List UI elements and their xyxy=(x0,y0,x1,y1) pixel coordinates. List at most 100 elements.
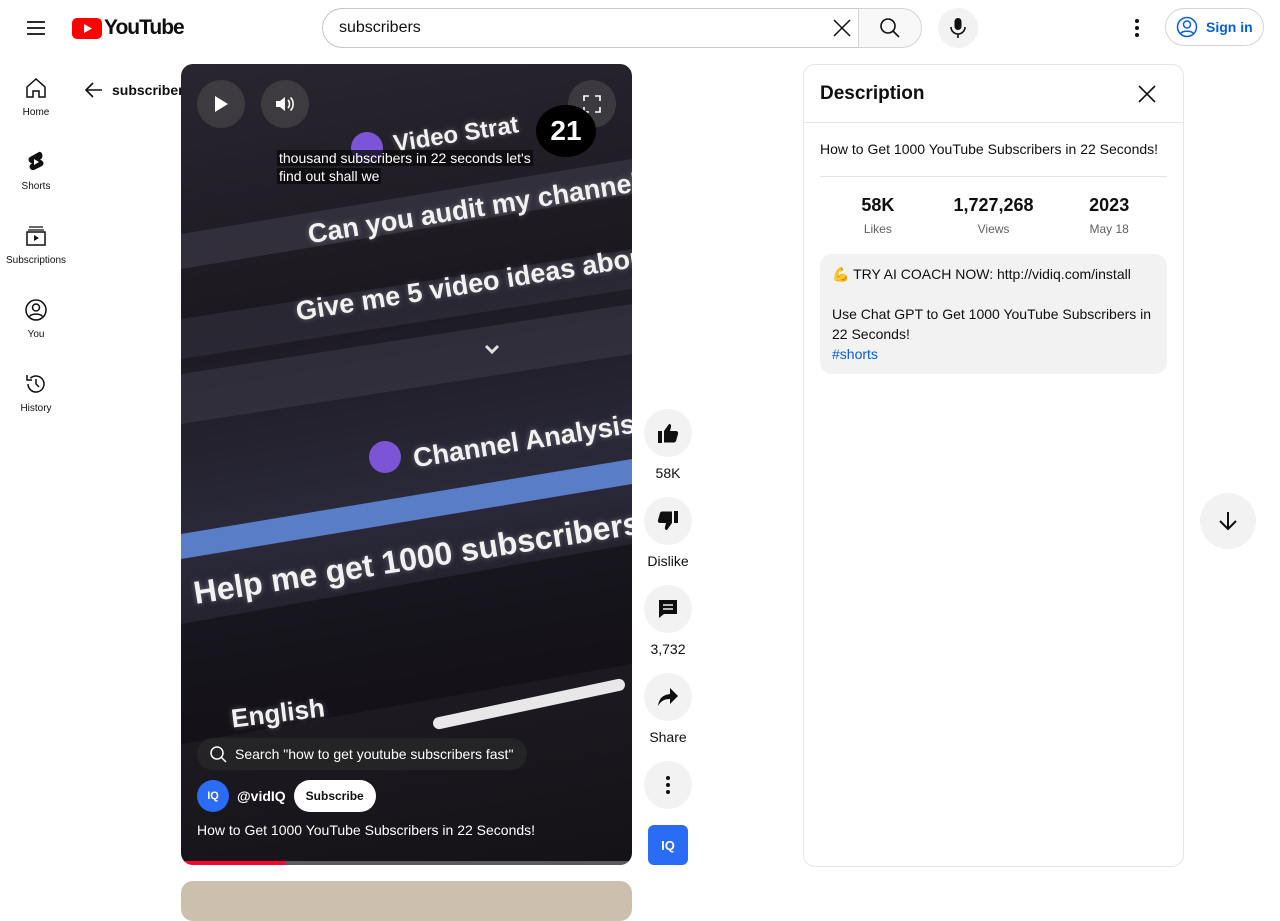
channel-avatar[interactable]: IQ xyxy=(197,780,229,812)
stat-likes: 58K Likes xyxy=(820,195,936,236)
play-icon xyxy=(215,96,228,112)
comment-icon xyxy=(659,600,677,618)
stat-label: Likes xyxy=(863,222,892,236)
search-input[interactable] xyxy=(339,19,809,37)
like-count: 58K xyxy=(655,465,681,481)
share-label: Share xyxy=(649,729,687,745)
stat-value: 2023 xyxy=(1089,195,1130,215)
share-action: Share xyxy=(644,673,692,745)
description-body: 💪 TRY AI COACH NOW: http://vidiq.com/ins… xyxy=(820,254,1167,374)
comments-button[interactable] xyxy=(644,585,692,633)
search-icon xyxy=(880,18,900,38)
close-description-button[interactable] xyxy=(1127,74,1167,114)
description-header: Description xyxy=(804,65,1183,123)
thumbs-down-icon xyxy=(657,511,678,530)
account-circle-icon xyxy=(1176,16,1198,38)
dislike-button[interactable] xyxy=(644,497,692,545)
nav-item-subscriptions[interactable]: Subscriptions xyxy=(0,204,72,278)
arrow-down-icon xyxy=(1219,512,1237,531)
stat-value: 1,727,268 xyxy=(953,195,1034,215)
like-action: 58K xyxy=(644,409,692,481)
nav-item-label: History xyxy=(20,403,52,414)
dislike-action: Dislike xyxy=(644,497,692,569)
stat-label: Views xyxy=(977,222,1010,236)
stat-label: May 18 xyxy=(1089,222,1129,236)
settings-more-button[interactable] xyxy=(1117,8,1157,48)
nav-item-history[interactable]: History xyxy=(0,352,72,426)
channel-row: IQ @vidIQ Subscribe xyxy=(197,780,376,812)
sign-in-label: Sign in xyxy=(1206,19,1253,35)
guide-menu-button[interactable] xyxy=(16,8,56,48)
description-video-title: How to Get 1000 YouTube Subscribers in 2… xyxy=(820,139,1167,177)
you-icon xyxy=(25,299,47,321)
more-actions-button[interactable] xyxy=(644,761,692,809)
next-video-preview[interactable] xyxy=(181,881,632,921)
more-action xyxy=(644,761,692,809)
share-icon xyxy=(658,688,678,706)
shorts-icon xyxy=(28,151,44,171)
stat-value: 58K xyxy=(861,195,895,215)
nav-item-label: Home xyxy=(22,107,50,118)
closed-caption: thousand subscribers in 22 seconds let's… xyxy=(277,149,567,185)
subscriptions-icon xyxy=(26,226,46,246)
voice-search-button[interactable] xyxy=(938,8,978,48)
nav-item-shorts[interactable]: Shorts xyxy=(0,130,72,204)
youtube-logo[interactable]: YouTube xyxy=(72,16,185,39)
nav-item-label: Subscriptions xyxy=(5,255,67,266)
close-icon xyxy=(1138,85,1156,103)
comments-action: 3,732 xyxy=(644,585,692,657)
more-vertical-icon xyxy=(1135,19,1139,37)
like-button[interactable] xyxy=(644,409,692,457)
channel-handle[interactable]: @vidIQ xyxy=(237,788,286,804)
volume-icon xyxy=(276,96,294,112)
volume-button[interactable] xyxy=(261,80,309,128)
search-box xyxy=(322,8,859,48)
sign-in-button[interactable]: Sign in xyxy=(1165,8,1264,46)
logo-text: YouTube xyxy=(104,16,185,39)
stat-views: 1,727,268 Views xyxy=(936,195,1052,236)
description-body-line-1: 💪 TRY AI COACH NOW: http://vidiq.com/ins… xyxy=(832,266,1131,282)
share-button[interactable] xyxy=(644,673,692,721)
more-vertical-icon xyxy=(666,776,670,794)
nav-item-home[interactable]: Home xyxy=(0,56,72,130)
search-query-title: subscribers xyxy=(112,82,192,98)
stat-date: 2023 May 18 xyxy=(1051,195,1167,236)
description-heading: Description xyxy=(820,82,925,104)
related-search-text: Search "how to get youtube subscribers f… xyxy=(235,746,514,762)
play-button[interactable] xyxy=(197,80,245,128)
masthead: YouTube Sign in xyxy=(0,0,1280,56)
subscribe-button[interactable]: Subscribe xyxy=(293,780,376,812)
youtube-play-icon xyxy=(72,17,102,39)
fullscreen-icon xyxy=(583,95,601,113)
caption-line-1: thousand subscribers in 22 seconds let's xyxy=(277,150,533,166)
history-icon xyxy=(26,375,45,393)
next-short-button[interactable] xyxy=(1200,493,1256,549)
comment-count: 3,732 xyxy=(650,641,686,657)
thumbs-up-icon xyxy=(658,424,679,443)
reel-actions: 58K Dislike 3,732 Share xyxy=(644,409,692,825)
nav-item-label: You xyxy=(27,329,45,340)
hashtag-link[interactable]: #shorts xyxy=(832,344,1155,364)
shorts-video-player[interactable]: Video Strat Can you audit my channel? Gi… xyxy=(181,64,632,865)
home-icon xyxy=(26,77,46,98)
description-stats: 58K Likes 1,727,268 Views 2023 May 18 xyxy=(820,195,1167,236)
back-arrow-icon[interactable] xyxy=(84,80,104,100)
hamburger-icon xyxy=(27,21,45,35)
related-search-pill[interactable]: Search "how to get youtube subscribers f… xyxy=(197,738,528,770)
search-icon xyxy=(210,746,227,763)
search-button[interactable] xyxy=(858,8,922,48)
description-body-line-2: Use Chat GPT to Get 1000 YouTube Subscri… xyxy=(832,306,1152,342)
mini-guide: Home Shorts Subscriptions You History xyxy=(0,56,72,426)
dislike-label: Dislike xyxy=(647,553,689,569)
video-title[interactable]: How to Get 1000 YouTube Subscribers in 2… xyxy=(197,822,535,838)
progress-bar-fill xyxy=(181,861,285,865)
progress-bar[interactable] xyxy=(181,861,632,865)
nav-item-you[interactable]: You xyxy=(0,278,72,352)
search-back-row: subscribers xyxy=(84,78,191,102)
channel-pivot-button[interactable]: IQ xyxy=(648,825,688,865)
microphone-icon xyxy=(950,18,966,38)
description-panel: Description How to Get 1000 YouTube Subs… xyxy=(803,64,1184,867)
close-icon xyxy=(833,19,851,37)
clear-search-button[interactable] xyxy=(825,9,859,47)
caption-line-2: find out shall we xyxy=(277,168,382,184)
